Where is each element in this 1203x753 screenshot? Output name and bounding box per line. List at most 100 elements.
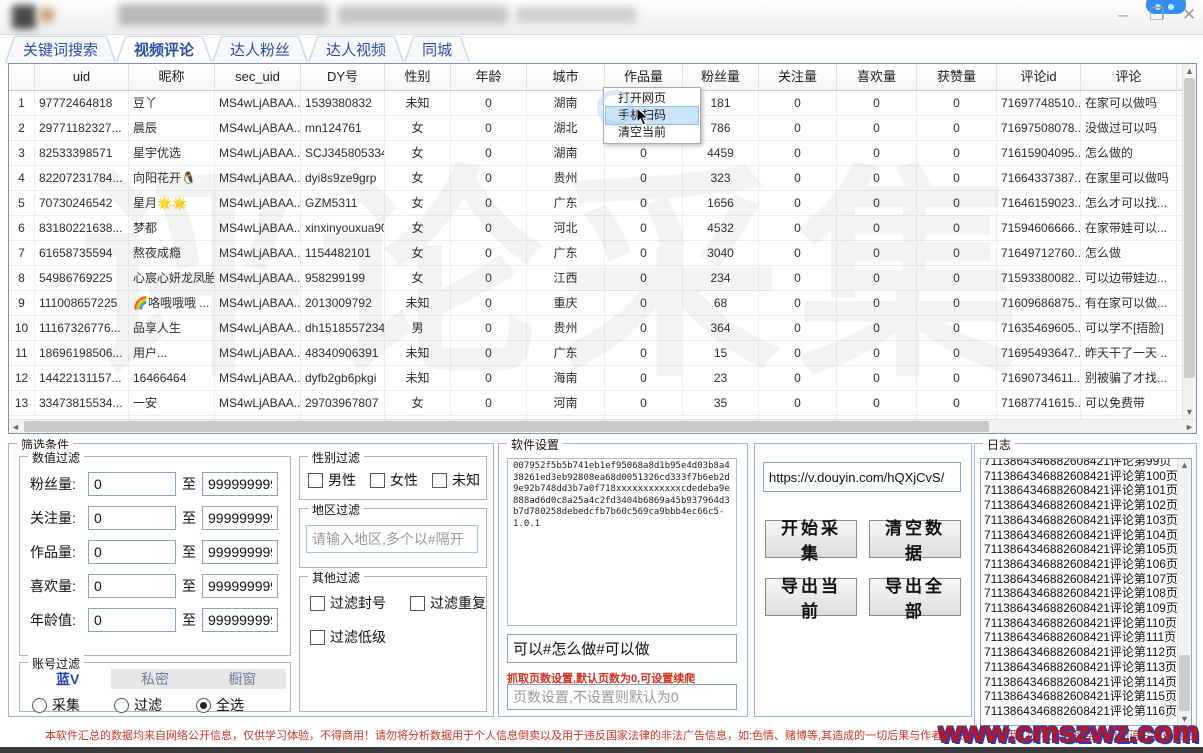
numeric-max-input[interactable] (202, 506, 278, 530)
table-cell: GZM5311 (301, 191, 385, 215)
radio-icon[interactable] (114, 698, 129, 713)
numeric-min-input[interactable] (88, 608, 176, 632)
scrollbar-thumb[interactable] (24, 421, 989, 432)
start-collect-button[interactable]: 开始采集 (765, 520, 857, 558)
table-row[interactable]: 570730246542星月🌟🌟MS4wLjABAA...GZM5311女0广东… (9, 191, 1196, 216)
scroll-up-icon[interactable]: ▲ (1178, 459, 1191, 471)
checkbox-icon[interactable] (310, 596, 325, 611)
numeric-min-input[interactable] (88, 506, 176, 530)
table-cell: 0 (917, 341, 997, 365)
maximize-button[interactable]: ❐ (1144, 5, 1170, 25)
account-tab-私密[interactable]: 私密 (111, 669, 198, 689)
column-header[interactable]: 获赞量 (917, 64, 997, 90)
numeric-min-input[interactable] (88, 472, 176, 496)
log-list[interactable]: 7113864346882608421评论第99页 711386434688260… (980, 458, 1192, 726)
context-menu-item[interactable]: 清空当前 (606, 124, 698, 141)
scroll-right-icon[interactable]: ► (1183, 421, 1196, 433)
column-header[interactable] (9, 64, 35, 90)
column-header[interactable]: 关注量 (759, 64, 837, 90)
column-header[interactable]: 昵称 (129, 64, 215, 90)
scroll-up-icon[interactable]: ▲ (1183, 65, 1196, 77)
table-vertical-scrollbar[interactable]: ▲ ▼ (1182, 64, 1196, 419)
numeric-max-input[interactable] (202, 574, 278, 598)
close-button[interactable]: ✕ (1176, 5, 1202, 25)
table-row[interactable]: 1011167326776...品享人生MS4wLjABAA...dh15185… (9, 316, 1196, 341)
account-radio[interactable]: 过滤 (114, 695, 162, 715)
log-entry: 7113864346882608421评论第99页 (981, 458, 1191, 469)
checkbox-icon[interactable] (308, 473, 323, 488)
log-entry: 7113864346882608421评论第107页 (981, 572, 1191, 587)
comment-keywords-input[interactable] (507, 634, 737, 663)
other-checkbox[interactable]: 过滤低级 (310, 627, 486, 647)
gender-checkbox[interactable]: 未知 (432, 470, 480, 490)
table-cell: 0 (917, 141, 997, 165)
column-header[interactable]: sec_uid (215, 64, 301, 90)
tab-1[interactable]: 关键词搜索 (6, 37, 115, 63)
table-cell: 0 (759, 116, 837, 140)
numeric-max-input[interactable] (202, 472, 278, 496)
radio-icon[interactable] (32, 698, 47, 713)
tab-4[interactable]: 达人视频 (309, 37, 403, 63)
scrollbar-thumb[interactable] (1179, 655, 1190, 711)
column-header[interactable]: 喜欢量 (837, 64, 917, 90)
other-checkbox[interactable]: 过滤重复 (410, 593, 486, 613)
video-url-input[interactable] (763, 462, 961, 492)
token-textarea[interactable]: 007952f5b5b741eb1ef95068a8d1b95e4d03b8a4… (507, 458, 737, 626)
pages-input[interactable] (507, 684, 737, 710)
checkbox-icon[interactable] (432, 473, 447, 488)
table-horizontal-scrollbar[interactable]: ◄ ► (9, 419, 1196, 433)
column-header[interactable]: 年龄 (451, 64, 527, 90)
radio-label: 采集 (52, 695, 80, 715)
checkbox-icon[interactable] (310, 630, 325, 645)
other-checkbox[interactable]: 过滤封号 (310, 593, 386, 613)
export-all-button[interactable]: 导出全部 (869, 578, 961, 616)
radio-icon[interactable] (196, 698, 211, 713)
account-radio[interactable]: 采集 (32, 695, 80, 715)
table-row[interactable]: 482207231784...向阳花开🐧MS4wLjABAA...dyi8s9z… (9, 166, 1196, 191)
log-scrollbar[interactable]: ▲ ▼ (1177, 459, 1191, 725)
row-number: 6 (9, 216, 35, 240)
account-tab-蓝V[interactable]: 蓝V (24, 669, 111, 689)
table-row[interactable]: 1118696198506...用户...MS4wLjABAA...483409… (9, 341, 1196, 366)
account-tab-橱窗[interactable]: 橱窗 (199, 669, 286, 689)
clear-data-button[interactable]: 清空数据 (869, 520, 961, 558)
column-header[interactable]: DY号 (301, 64, 385, 90)
table-row[interactable]: 1214422131157...16466464MS4wLjABAA...dyf… (9, 366, 1196, 391)
column-header[interactable]: 评论id (997, 64, 1081, 90)
table-cell: dyfb2gb6pkgi (301, 366, 385, 390)
checkbox-icon[interactable] (410, 596, 425, 611)
scrollbar-thumb[interactable] (1184, 78, 1195, 378)
table-row[interactable]: 854986769225心宸心妍龙凤胎MS4wLjABAA...95829919… (9, 266, 1196, 291)
numeric-min-input[interactable] (88, 540, 176, 564)
numeric-min-input[interactable] (88, 574, 176, 598)
column-header[interactable]: uid (35, 64, 129, 90)
scroll-left-icon[interactable]: ◄ (9, 421, 22, 433)
table-cell: 广东 (527, 191, 605, 215)
checkbox-icon[interactable] (370, 473, 385, 488)
table-cell: 怎么才可以找... (1081, 191, 1177, 215)
table-row[interactable]: 9111008657225🌈咯哦哦哦 ...MS4wLjABAA...20130… (9, 291, 1196, 316)
table-row[interactable]: 683180221638...梦都MS4wLjABAA...xinxinyoux… (9, 216, 1196, 241)
table-row[interactable]: 761658735594熬夜成瘾MS4wLjABAA...1154482101女… (9, 241, 1196, 266)
table-cell: 晨辰 (129, 116, 215, 140)
tab-bar: 关键词搜索视频评论达人粉丝达人视频同城 (6, 36, 471, 63)
table-row[interactable]: 1333473815534...一安MS4wLjABAA...297039678… (9, 391, 1196, 416)
tab-3[interactable]: 达人粉丝 (213, 37, 307, 63)
account-radio[interactable]: 全选 (196, 695, 244, 715)
gender-checkbox[interactable]: 男性 (308, 470, 356, 490)
radio-label: 过滤 (134, 695, 162, 715)
numeric-max-input[interactable] (202, 608, 278, 632)
minimize-button[interactable]: – (1110, 5, 1136, 25)
numeric-max-input[interactable] (202, 540, 278, 564)
column-header[interactable]: 性别 (385, 64, 451, 90)
export-current-button[interactable]: 导出当前 (765, 578, 857, 616)
tab-2[interactable]: 视频评论 (117, 37, 211, 63)
column-header[interactable]: 评论 (1081, 64, 1177, 90)
gender-checkbox[interactable]: 女性 (370, 470, 418, 490)
table-row[interactable]: 382533398571星宇优选MS4wLjABAA...SCJ34580533… (9, 141, 1196, 166)
table-cell: 0 (451, 91, 527, 115)
column-header[interactable]: 城市 (527, 64, 605, 90)
scroll-down-icon[interactable]: ▼ (1183, 406, 1196, 418)
tab-5[interactable]: 同城 (405, 37, 469, 63)
region-filter-input[interactable] (306, 525, 478, 553)
